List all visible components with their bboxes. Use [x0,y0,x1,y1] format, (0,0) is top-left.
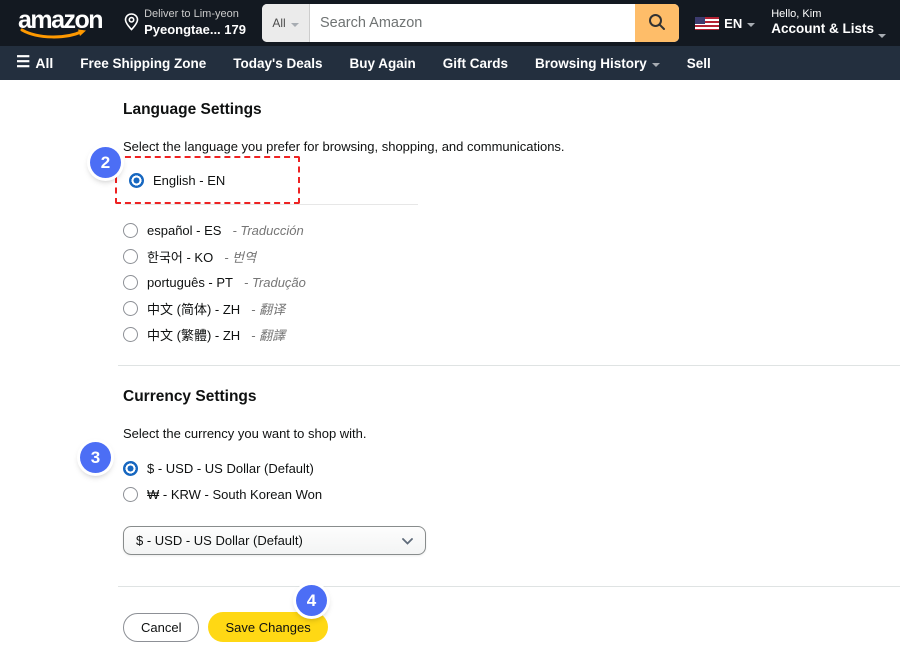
amazon-settings-page: amazon Deliver to Lim-yeon Pyeongtae... … [0,0,900,658]
language-option-label: 中文 (简体) - ZH [147,299,240,318]
settings-content: Language Settings Select the language yo… [0,80,900,658]
amazon-smile-icon [20,28,88,39]
search-icon [647,12,667,35]
currency-options-list: $ - USD - US Dollar (Default) ₩ - KRW - … [123,455,900,507]
greeting-text: Hello, Kim [771,8,874,22]
section-divider [118,365,900,366]
step-badge-3: 3 [80,442,111,473]
nav-item-sell[interactable]: Sell [687,56,711,71]
divider [123,204,418,205]
language-option-chinese-traditional[interactable]: 中文 (繁體) - ZH - 翻譯 [123,321,900,347]
highlight-dashed-box: English - EN [115,156,300,204]
chevron-down-icon [878,34,886,38]
main-nav: ☰ All Free Shipping Zone Today's Deals B… [0,46,900,80]
section-divider [118,586,900,587]
radio-unselected-icon[interactable] [123,275,138,290]
radio-unselected-icon[interactable] [123,301,138,316]
language-option-label: English - EN [153,173,225,188]
hamburger-icon: ☰ [16,55,30,71]
language-selector[interactable]: EN [695,16,755,31]
language-option-spanish[interactable]: español - ES - Traducción [123,217,900,243]
nav-item-browsing-history-label: Browsing History [535,56,647,71]
currency-option-usd[interactable]: $ - USD - US Dollar (Default) [123,455,900,481]
chevron-down-icon [747,23,755,27]
nav-all-label: All [35,55,53,71]
chevron-down-icon [652,63,660,67]
deliver-to-button[interactable]: Deliver to Lim-yeon Pyeongtae... 179 [124,8,246,38]
radio-selected-icon[interactable] [123,461,138,476]
language-settings-description: Select the language you prefer for brows… [123,139,900,154]
currency-option-krw[interactable]: ₩ - KRW - South Korean Won [123,481,900,507]
currency-dropdown[interactable]: $ - USD - US Dollar (Default) [123,526,426,555]
radio-unselected-icon[interactable] [123,249,138,264]
language-option-portuguese[interactable]: português - PT - Tradução [123,269,900,295]
nav-item-gift-cards[interactable]: Gift Cards [443,56,508,71]
language-option-label: 한국어 - KO [147,247,213,266]
search-bar: All [262,4,679,42]
translation-note: - Traducción [232,223,303,238]
amazon-logo[interactable]: amazon [12,6,108,41]
top-header: amazon Deliver to Lim-yeon Pyeongtae... … [0,0,900,46]
search-button[interactable] [635,4,679,42]
language-options-list: español - ES - Traducción 한국어 - KO - 번역 … [123,217,900,347]
nav-all-menu[interactable]: ☰ All [16,55,53,71]
radio-unselected-icon[interactable] [123,487,138,502]
step-badge-2: 2 [90,147,121,178]
deliver-to-location: Pyeongtae... 179 [144,22,246,38]
language-option-label: 中文 (繁體) - ZH [147,325,240,344]
currency-dropdown-value: $ - USD - US Dollar (Default) [136,533,303,548]
account-lists-menu[interactable]: Hello, Kim Account & Lists [771,8,886,39]
deliver-to-text: Deliver to Lim-yeon Pyeongtae... 179 [144,8,246,38]
step-badge-4: 4 [296,585,327,616]
language-code: EN [724,16,742,31]
save-changes-button[interactable]: Save Changes [208,612,327,642]
nav-item-browsing-history[interactable]: Browsing History [535,56,660,71]
language-option-english[interactable]: English - EN [129,167,286,193]
language-option-label: español - ES [147,223,221,238]
radio-unselected-icon[interactable] [123,327,138,342]
language-settings-title: Language Settings [123,101,900,119]
account-lists-label: Account & Lists [771,21,874,38]
deliver-to-label: Deliver to Lim-yeon [144,8,246,22]
currency-option-label: $ - USD - US Dollar (Default) [147,461,314,476]
chevron-down-icon [402,532,413,550]
currency-settings-title: Currency Settings [123,388,900,406]
cancel-button[interactable]: Cancel [123,613,199,642]
search-category-label: All [272,16,285,30]
translation-note: - Tradução [244,275,306,290]
radio-unselected-icon[interactable] [123,223,138,238]
currency-settings-description: Select the currency you want to shop wit… [123,426,900,441]
language-option-label: português - PT [147,275,233,290]
nav-item-buy-again[interactable]: Buy Again [350,56,416,71]
language-option-chinese-simplified[interactable]: 中文 (简体) - ZH - 翻译 [123,295,900,321]
language-option-korean[interactable]: 한국어 - KO - 번역 [123,243,900,269]
location-pin-icon [124,13,139,38]
us-flag-icon [695,17,719,30]
search-input[interactable] [310,4,635,42]
nav-item-todays-deals[interactable]: Today's Deals [233,56,322,71]
translation-note: - 번역 [224,247,256,266]
translation-note: - 翻译 [251,299,285,318]
translation-note: - 翻譯 [251,325,285,344]
currency-option-label: ₩ - KRW - South Korean Won [147,487,322,502]
chevron-down-icon [291,23,299,27]
action-buttons: Cancel Save Changes [123,612,900,642]
nav-item-free-shipping-zone[interactable]: Free Shipping Zone [80,56,206,71]
search-category-dropdown[interactable]: All [262,4,310,42]
radio-selected-icon[interactable] [129,173,144,188]
